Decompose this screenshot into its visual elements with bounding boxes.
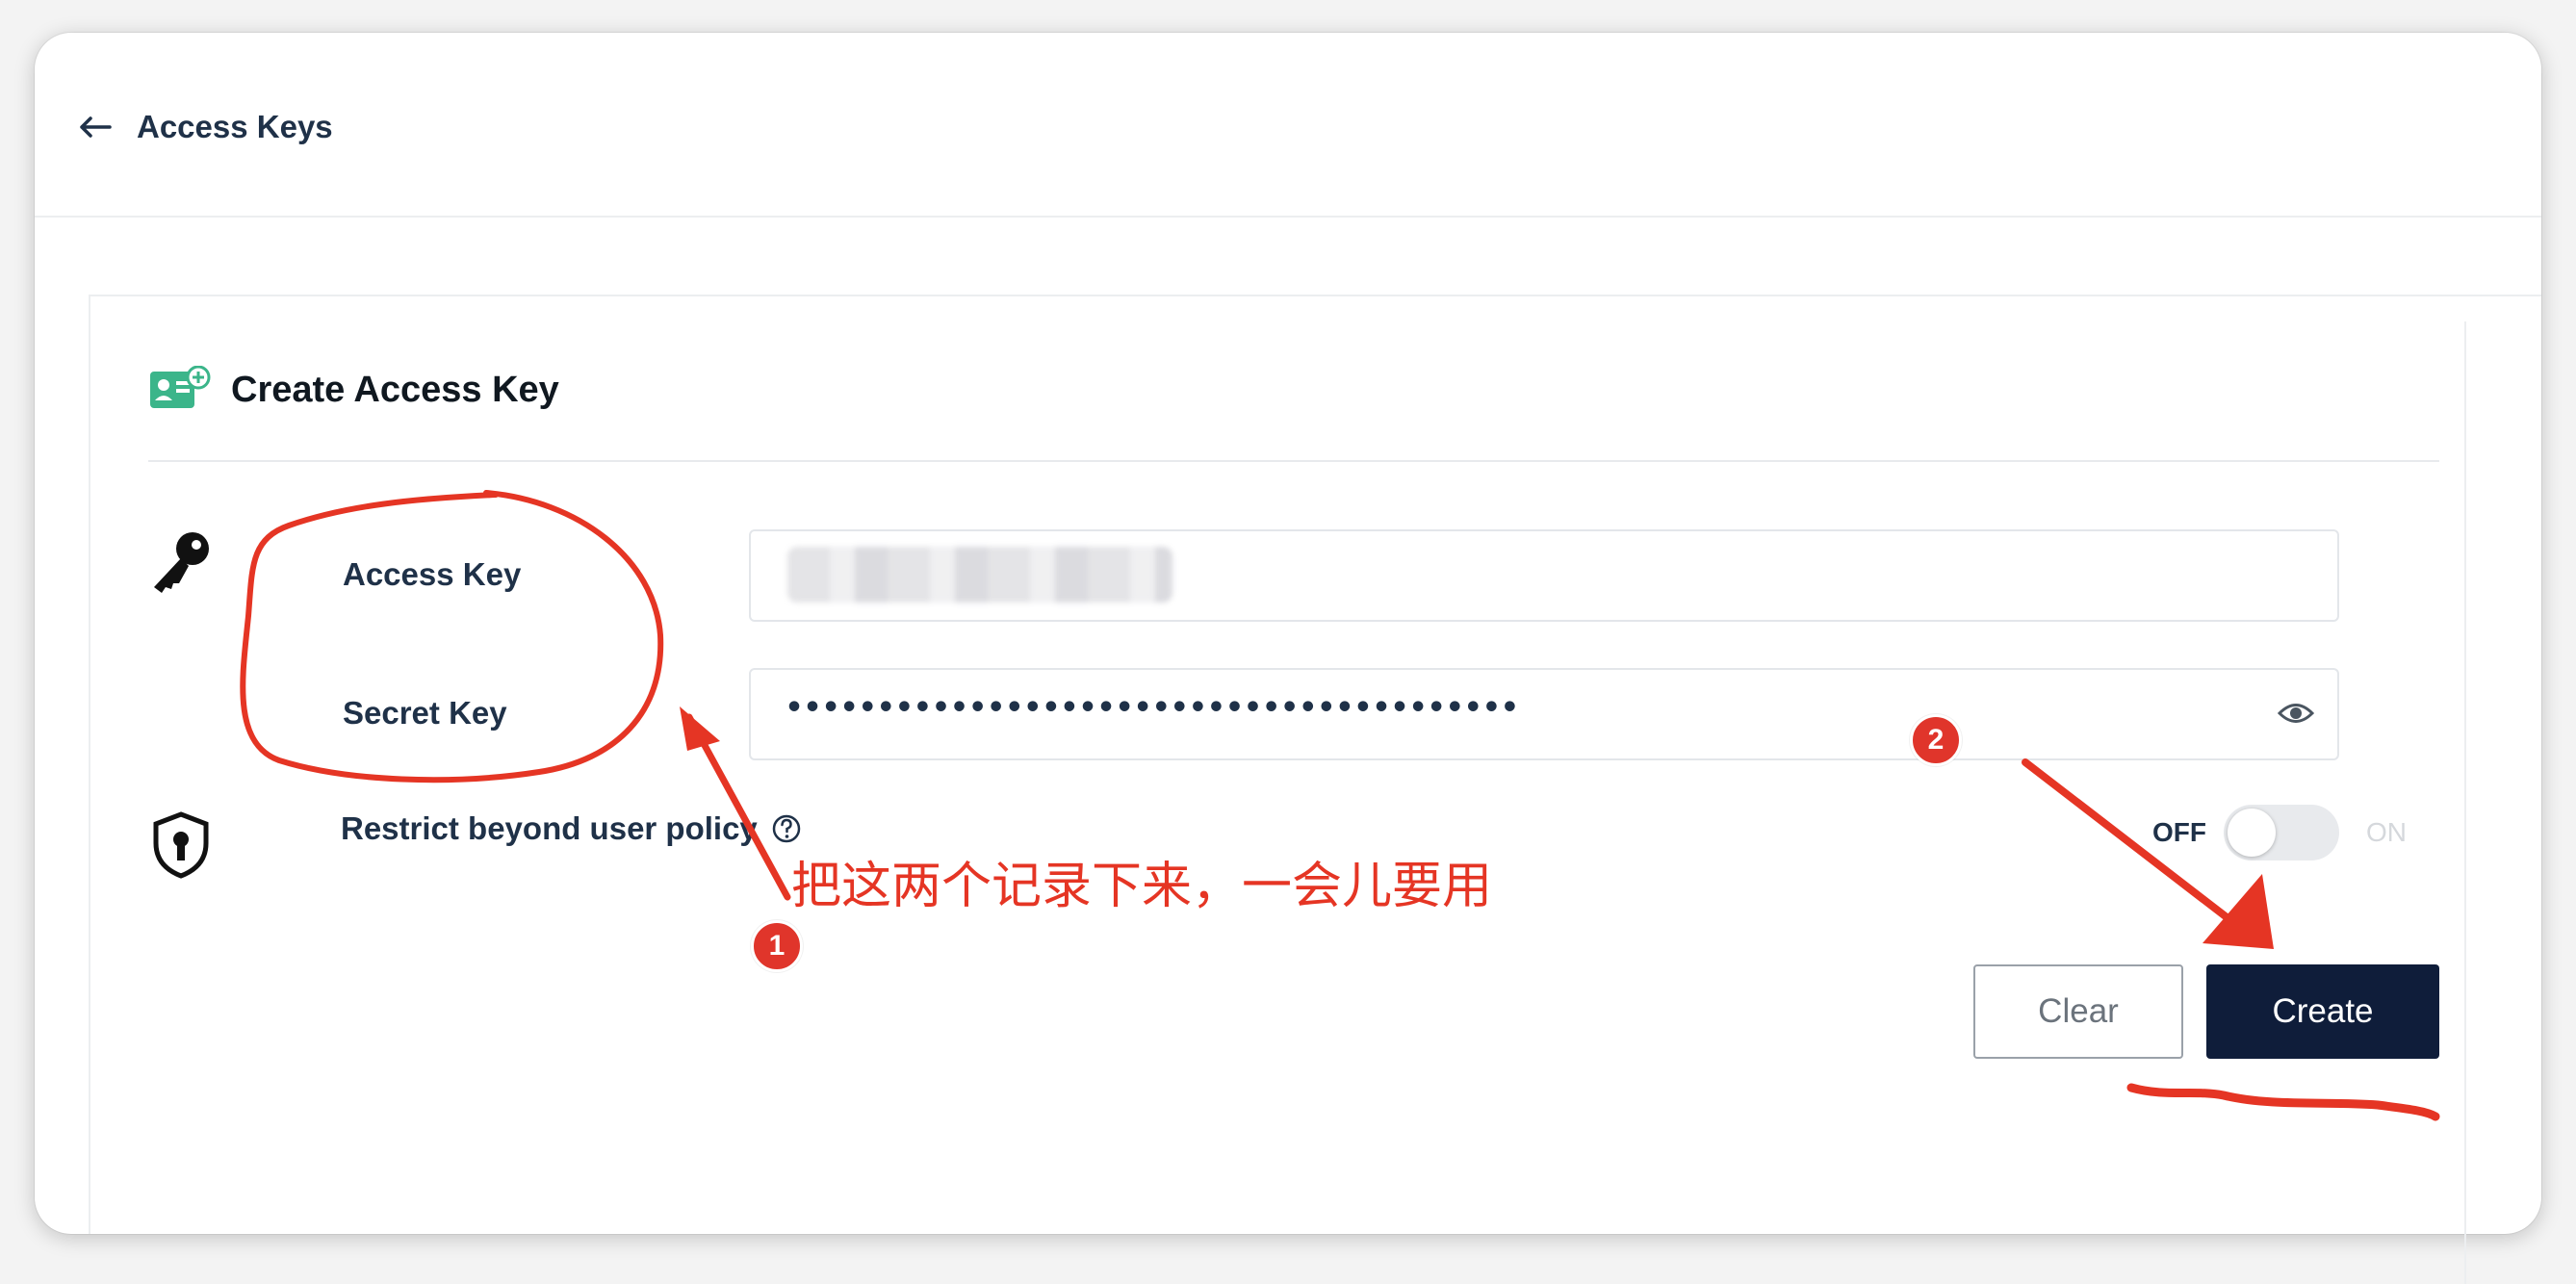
card-header: Create Access Key — [148, 366, 559, 414]
create-button[interactable]: Create — [2206, 964, 2439, 1059]
eye-icon[interactable] — [2278, 699, 2314, 728]
title-divider — [148, 460, 2439, 462]
access-key-field[interactable] — [749, 529, 2339, 622]
shield-lock-icon — [153, 811, 209, 879]
card-title: Create Access Key — [231, 369, 559, 410]
access-key-value-redacted — [787, 547, 1172, 603]
back-arrow-icon — [80, 116, 112, 138]
top-bar: Access Keys — [35, 33, 2541, 218]
content-panel — [89, 295, 2541, 1234]
back-to-access-keys-link[interactable]: Access Keys — [79, 102, 333, 152]
id-card-add-icon — [150, 366, 211, 408]
restrict-policy-toggle[interactable] — [2224, 805, 2339, 860]
annotation-badge-2: 2 — [1910, 714, 1962, 766]
key-icon — [154, 532, 209, 593]
toggle-knob — [2228, 809, 2276, 857]
back-link-label: Access Keys — [137, 109, 333, 144]
clear-button[interactable]: Clear — [1973, 964, 2183, 1059]
toggle-off-label: OFF — [2152, 817, 2206, 847]
restrict-policy-label: Restrict beyond user policy — [341, 810, 758, 846]
restrict-policy-row: Restrict beyond user policy — [341, 810, 802, 847]
access-key-label: Access Key — [343, 556, 522, 592]
side-panel-edge — [2464, 321, 2563, 1284]
annotation-note: 把这两个记录下来，一会儿要用 — [791, 858, 1493, 915]
secret-key-masked-value: •••••••••••••••••••••••••••••••••••••••• — [786, 691, 1520, 725]
secret-key-field[interactable]: •••••••••••••••••••••••••••••••••••••••• — [749, 668, 2339, 760]
help-circle-icon[interactable] — [771, 813, 802, 844]
secret-key-label: Secret Key — [343, 695, 507, 731]
toggle-on-label: ON — [2366, 817, 2407, 847]
annotation-badge-1: 1 — [751, 920, 803, 972]
restrict-toggle-group: OFF ON — [2152, 805, 2407, 860]
